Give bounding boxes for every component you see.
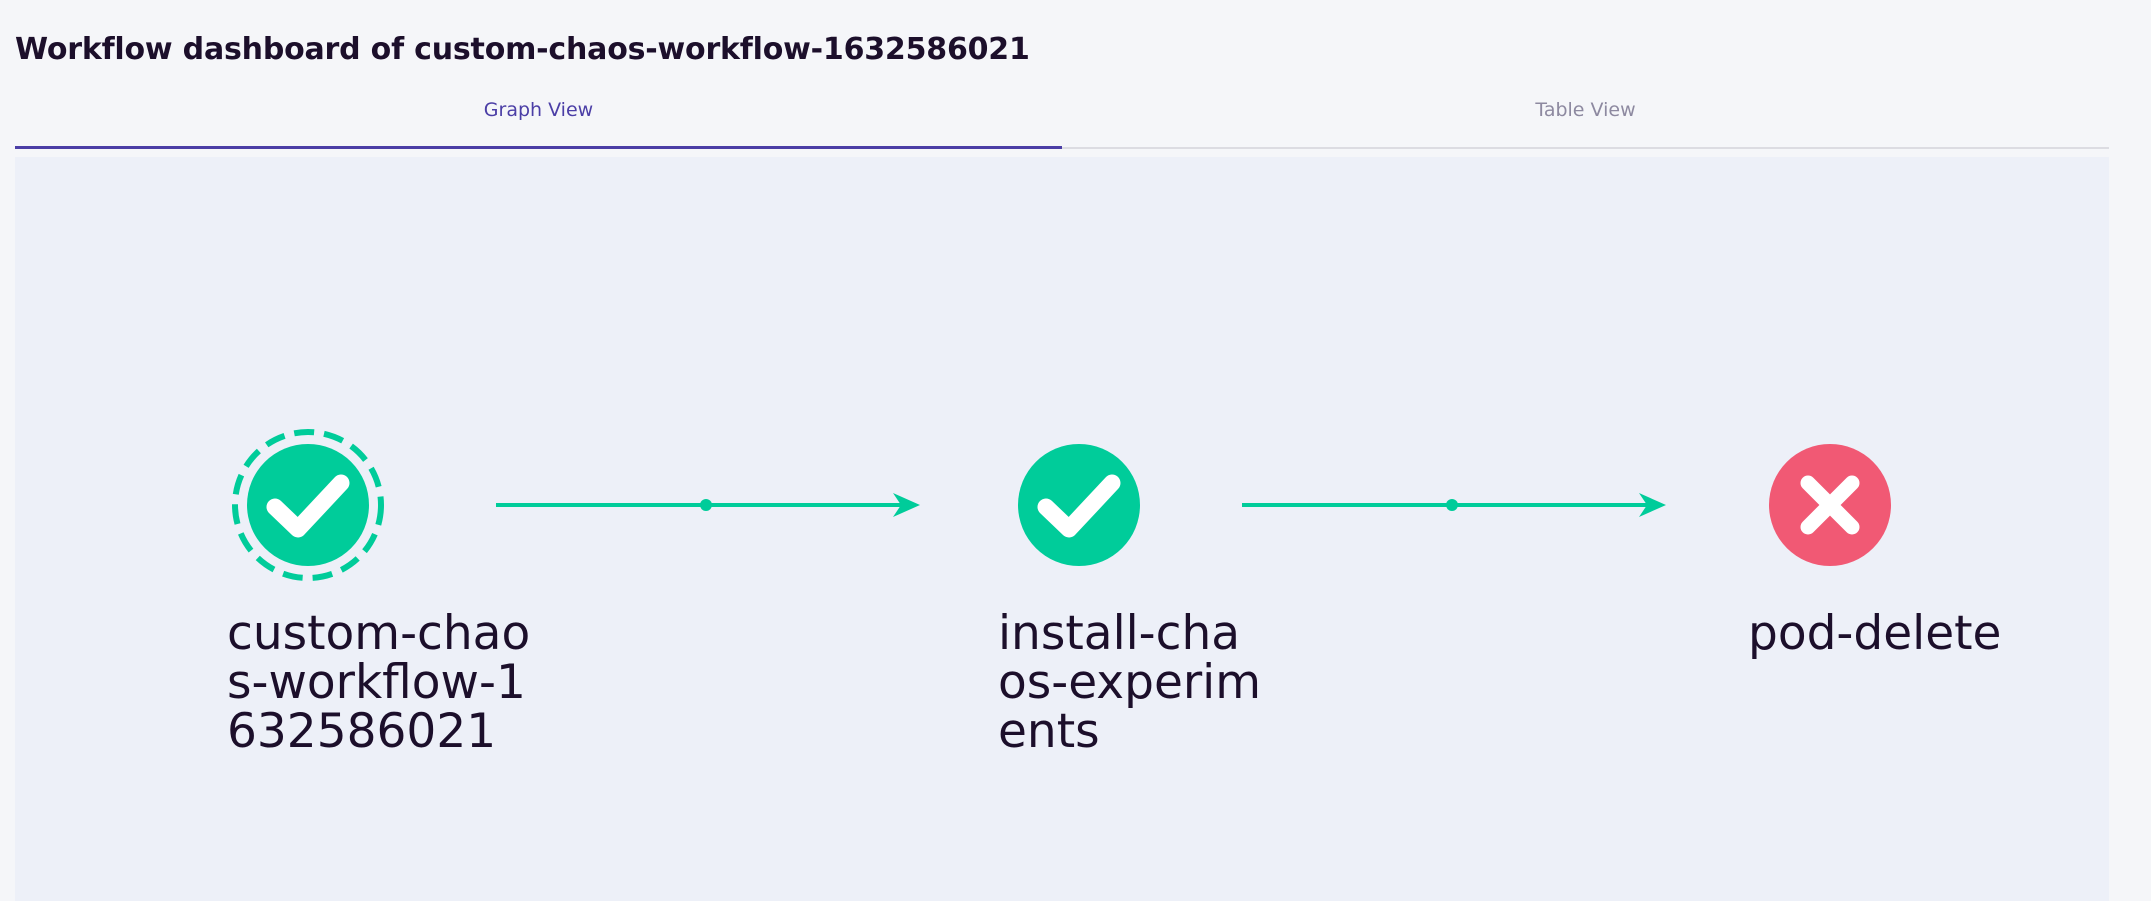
node-label-install-chaos-experiments: install-chaos-experiments — [998, 606, 1262, 759]
workflow-graph-canvas — [232, 429, 1891, 581]
success-status-circle — [247, 444, 369, 566]
graph-node-pod-delete[interactable] — [1769, 444, 1891, 566]
node-label-custom-chaos-workflow: custom-chaos-workflow-1632586021 — [227, 606, 531, 759]
tab-table-view[interactable]: Table View — [1062, 90, 2109, 147]
node-label-pod-delete: pod-delete — [1748, 606, 2002, 661]
graph-edge-1 — [496, 493, 920, 517]
success-status-circle — [1018, 444, 1140, 566]
view-tabs: Graph View Table View — [15, 90, 2109, 149]
tab-graph-view[interactable]: Graph View — [15, 90, 1062, 149]
page-title: Workflow dashboard of custom-chaos-workf… — [15, 32, 1030, 67]
workflow-dashboard-page: Workflow dashboard of custom-chaos-workf… — [0, 0, 2151, 901]
edge-midpoint — [1446, 499, 1458, 511]
edge-midpoint — [700, 499, 712, 511]
workflow-graph[interactable]: custom-chaos-workflow-1632586021 install… — [15, 157, 2109, 901]
graph-edge-2 — [1242, 493, 1666, 517]
graph-node-custom-chaos-workflow[interactable] — [232, 429, 384, 581]
graph-node-install-chaos-experiments[interactable] — [1018, 444, 1140, 566]
